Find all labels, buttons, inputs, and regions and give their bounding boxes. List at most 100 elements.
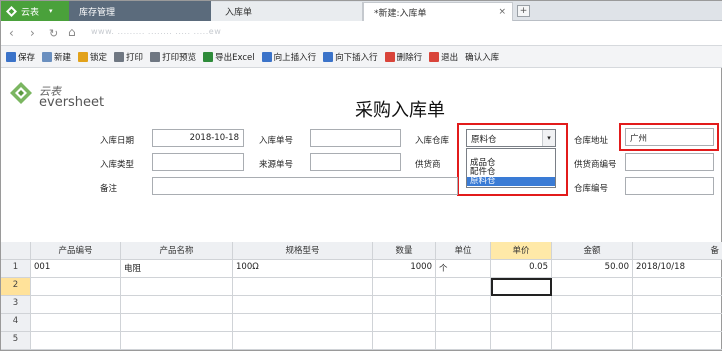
grid-cell[interactable]: 个 [436, 260, 491, 278]
tab-receipt[interactable]: 入库单 [211, 2, 363, 21]
grid-cell[interactable] [491, 332, 552, 350]
toolbar-button-2[interactable]: 新建 [42, 51, 71, 63]
grid-cell[interactable] [31, 278, 121, 296]
grid-cell[interactable] [121, 332, 233, 350]
toolbar-button-3[interactable]: 锁定 [78, 51, 107, 63]
warehouse-no-field[interactable] [625, 177, 714, 195]
row-header[interactable]: 4 [1, 314, 31, 332]
tab-label: 库存管理 [79, 7, 116, 18]
grid-cell[interactable]: 100Ω [233, 260, 373, 278]
new-tab-button[interactable]: + [517, 5, 530, 17]
close-icon[interactable]: × [498, 7, 506, 17]
row-header[interactable]: 3 [1, 296, 31, 314]
logo-text-en: eversheet [39, 95, 105, 110]
toolbar-button-6[interactable]: 导出Excel [203, 51, 255, 63]
grid-cell[interactable] [373, 332, 436, 350]
toolbar-button-8[interactable]: 向下插入行 [323, 51, 378, 63]
row-header[interactable]: 5 [1, 332, 31, 350]
column-header[interactable]: 单价 [491, 242, 552, 260]
column-header[interactable]: 产品编号 [31, 242, 121, 260]
grid-cell[interactable]: 2018/10/18 [633, 260, 722, 278]
grid-cell[interactable] [233, 296, 373, 314]
tab-new-receipt[interactable]: *新建:入库单 × [363, 2, 513, 21]
remark-field[interactable] [152, 177, 458, 195]
home-icon[interactable]: ⌂ [68, 25, 76, 39]
toolbar-button-label: 向下插入行 [335, 52, 378, 63]
grid-cell[interactable] [633, 296, 722, 314]
active-cell[interactable] [491, 278, 552, 296]
grid-cell[interactable] [373, 314, 436, 332]
toolbar-button-9[interactable]: 删除行 [384, 51, 422, 63]
source-no-field[interactable] [310, 153, 401, 171]
date-field[interactable]: 2018-10-18 [152, 129, 244, 147]
grid-cell[interactable]: 电阻 [121, 260, 233, 278]
grid-cell[interactable] [552, 278, 633, 296]
date-label: 入库日期 [100, 136, 135, 146]
grid-cell[interactable]: 1000 [373, 260, 436, 278]
column-header[interactable]: 产品名称 [121, 242, 233, 260]
address-bar[interactable]: www. ......... ........ ..... .....ew [91, 27, 221, 36]
grid-cell[interactable] [436, 332, 491, 350]
forward-icon[interactable]: › [30, 26, 35, 40]
grid-cell[interactable] [491, 296, 552, 314]
column-header[interactable]: 规格型号 [233, 242, 373, 260]
grid-cell[interactable]: 001 [31, 260, 121, 278]
warehouse-option-selected[interactable]: 原料仓 [467, 177, 555, 186]
row-header[interactable]: 2 [1, 278, 31, 296]
toolbar-button-1[interactable]: 保存 [6, 51, 35, 63]
grid-cell[interactable] [373, 278, 436, 296]
grid-cell[interactable] [436, 314, 491, 332]
grid-cell[interactable] [552, 314, 633, 332]
supplier-label: 供货商 [415, 160, 441, 170]
grid-cell[interactable] [31, 314, 121, 332]
grid-cell[interactable] [121, 314, 233, 332]
grid-cell[interactable] [552, 332, 633, 350]
column-header[interactable]: 单位 [436, 242, 491, 260]
tab-bar: 云表 ▾ 库存管理 入库单 *新建:入库单 × + [1, 1, 722, 21]
back-icon[interactable]: ‹ [9, 26, 14, 40]
insert-above-icon [261, 51, 272, 62]
grid-cell[interactable] [31, 296, 121, 314]
grid-cell[interactable] [552, 296, 633, 314]
grid-cell[interactable] [491, 314, 552, 332]
grid-cell[interactable] [233, 332, 373, 350]
warehouse-dropdown: 成品仓 配件仓 原料仓 [466, 148, 556, 188]
row-header[interactable]: 1 [1, 260, 31, 278]
grid-cell[interactable]: 0.05 [491, 260, 552, 278]
toolbar-button-10[interactable]: 退出 [429, 51, 458, 63]
grid-cell[interactable] [233, 314, 373, 332]
column-header[interactable]: 备 [633, 242, 722, 260]
remark-label: 备注 [100, 184, 118, 194]
warehouse-select[interactable]: 原料仓 ▾ [466, 129, 556, 147]
address-field[interactable]: 广州 [625, 128, 714, 146]
toolbar-button-5[interactable]: 打印预览 [150, 51, 196, 63]
grid-cell[interactable] [233, 278, 373, 296]
column-header[interactable]: 金额 [552, 242, 633, 260]
grid-cell[interactable] [121, 278, 233, 296]
toolbar-button-11[interactable]: 确认入库 [465, 51, 499, 63]
detail-grid: 产品编号 产品名称 规格型号 数量 单位 单价 金额备 1 001 电阻 100Ω 1000 个 0.05… [1, 242, 722, 351]
toolbar-button-4[interactable]: 打印 [114, 51, 143, 63]
type-field[interactable] [152, 153, 244, 171]
grid-cell[interactable]: 50.00 [552, 260, 633, 278]
source-no-label: 来源单号 [259, 160, 294, 170]
refresh-icon[interactable]: ↻ [49, 27, 58, 40]
toolbar-button-7[interactable]: 向上插入行 [261, 51, 316, 63]
grid-cell[interactable] [633, 314, 722, 332]
grid-cell[interactable] [31, 332, 121, 350]
grid-corner[interactable] [1, 242, 31, 260]
grid-cell[interactable] [121, 296, 233, 314]
grid-cell[interactable] [373, 296, 436, 314]
supplier-no-field[interactable] [625, 153, 714, 171]
app-menu-button[interactable]: 云表 ▾ [1, 1, 69, 21]
receipt-no-field[interactable] [310, 129, 401, 147]
grid-cell[interactable] [633, 332, 722, 350]
grid-cell[interactable] [436, 296, 491, 314]
chevron-down-icon[interactable]: ▾ [49, 7, 53, 15]
type-label: 入库类型 [100, 160, 135, 170]
chevron-down-icon[interactable]: ▾ [542, 130, 555, 146]
tab-inventory[interactable]: 库存管理 [69, 1, 211, 21]
grid-cell[interactable] [436, 278, 491, 296]
column-header[interactable]: 数量 [373, 242, 436, 260]
grid-cell[interactable] [633, 278, 722, 296]
